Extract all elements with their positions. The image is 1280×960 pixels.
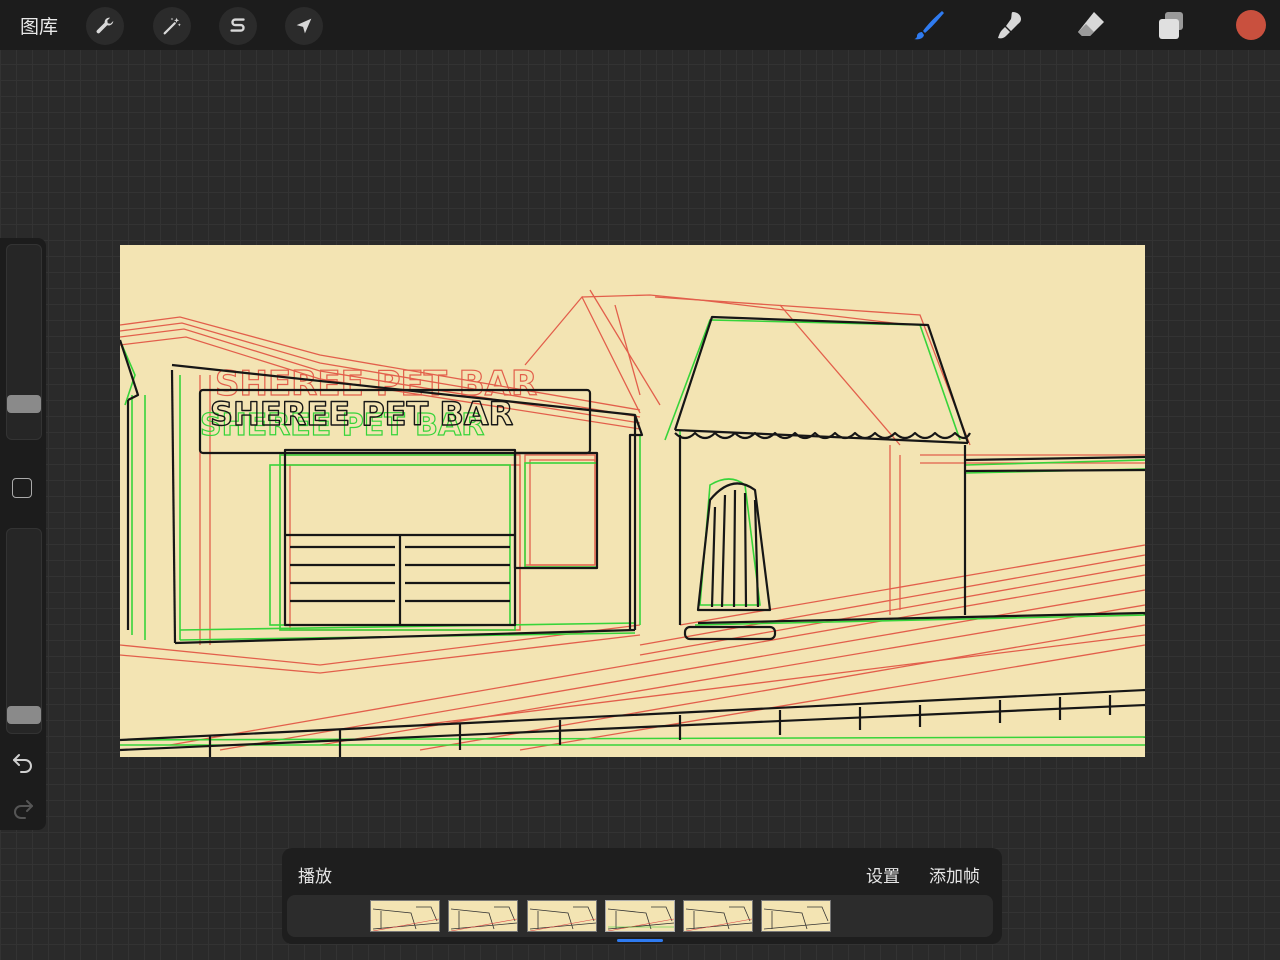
undo-icon <box>13 754 32 773</box>
frame-thumbnail-selected[interactable] <box>605 900 675 932</box>
undo-button[interactable] <box>11 750 35 774</box>
wrench-icon <box>96 17 114 34</box>
transform-button[interactable] <box>285 7 323 45</box>
redo-button[interactable] <box>11 796 35 820</box>
frame-thumbnail[interactable] <box>761 900 831 932</box>
frame-thumbnail[interactable] <box>527 900 597 932</box>
selection-s-icon <box>230 18 245 32</box>
top-toolbar: 图库 <box>0 0 1280 50</box>
frame-preview <box>763 906 830 930</box>
frame-preview <box>372 906 439 931</box>
layers-icon <box>1159 12 1183 39</box>
brush-tool[interactable] <box>909 5 949 45</box>
selected-frame-indicator <box>617 939 663 942</box>
add-frame-button[interactable]: 添加帧 <box>929 862 980 887</box>
frame-thumbnail[interactable] <box>448 900 518 932</box>
storefront-sketch: SHEREE PET BAR SHEREE PET BAR SHEREE PET… <box>120 289 1145 757</box>
actions-button[interactable] <box>86 7 124 45</box>
sign-text: SHEREE PET BAR <box>210 395 513 433</box>
frame-preview <box>607 906 674 931</box>
color-picker-button[interactable] <box>1236 10 1266 40</box>
frame-preview <box>529 906 596 931</box>
settings-button[interactable]: 设置 <box>866 862 900 887</box>
animation-timeline: 播放 设置 添加帧 <box>282 848 1002 944</box>
drawing-canvas[interactable]: SHEREE PET BAR SHEREE PET BAR SHEREE PET… <box>120 245 1145 757</box>
smudge-icon <box>998 12 1021 39</box>
brush-size-slider[interactable] <box>6 244 42 440</box>
frame-thumbnail[interactable] <box>370 900 440 932</box>
frame-strip <box>287 895 993 937</box>
play-button[interactable]: 播放 <box>298 862 332 887</box>
eraser-tool[interactable] <box>1071 5 1111 45</box>
opacity-slider[interactable] <box>6 528 42 734</box>
magic-wand-icon <box>163 17 181 35</box>
layers-tool[interactable] <box>1151 5 1191 45</box>
frame-preview <box>450 906 517 931</box>
eraser-icon <box>1078 12 1104 36</box>
gallery-button[interactable]: 图库 <box>20 12 58 39</box>
frame-thumbnail[interactable] <box>683 900 753 932</box>
brush-icon <box>914 11 944 40</box>
opacity-thumb[interactable] <box>7 706 41 724</box>
smudge-tool[interactable] <box>990 5 1030 45</box>
selection-button[interactable] <box>219 7 257 45</box>
brush-size-thumb[interactable] <box>7 395 41 413</box>
redo-icon <box>14 800 33 819</box>
adjustments-button[interactable] <box>153 7 191 45</box>
modify-square-button[interactable] <box>12 478 32 498</box>
sidebar <box>0 238 46 830</box>
frame-preview <box>685 906 752 931</box>
transform-arrow-icon <box>296 18 312 34</box>
